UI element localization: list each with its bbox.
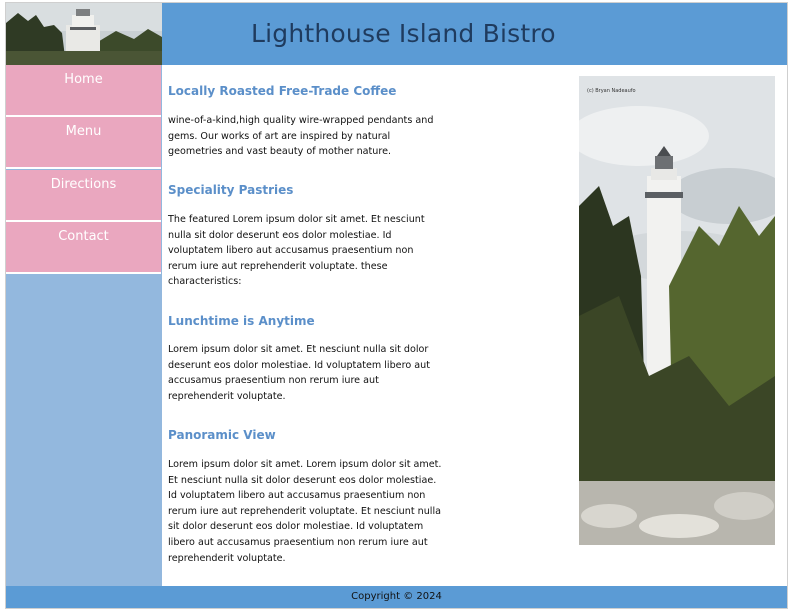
section-title-coffee: Locally Roasted Free-Trade Coffee xyxy=(168,84,397,98)
section-body-lunchtime: Lorem ipsum dolor sit amet. Et nesciunt … xyxy=(168,344,430,402)
page-frame: Lighthouse Island Bistro Home Menu Direc… xyxy=(5,2,788,609)
section-body-coffee: wine-of-a-kind,high quality wire-wrapped… xyxy=(168,115,434,158)
lighthouse-image xyxy=(579,76,775,545)
section-body-pastries: The featured Lorem ipsum dolor sit amet.… xyxy=(168,214,425,288)
header-lighthouse-photo xyxy=(6,3,162,65)
nav-item-contact[interactable]: Contact xyxy=(6,222,161,274)
nav-item-menu[interactable]: Menu xyxy=(6,117,161,169)
section-title-pastries: Speciality Pastries xyxy=(168,183,294,197)
nav-item-home[interactable]: Home xyxy=(6,65,161,117)
lighthouse-photo: (c) Bryan Nadeaufo xyxy=(579,76,775,545)
sidebar: Home Menu Directions Contact xyxy=(6,65,162,586)
site-header: Lighthouse Island Bistro xyxy=(6,3,787,65)
nav-item-label: Directions xyxy=(50,177,117,192)
section-title-lunchtime: Lunchtime is Anytime xyxy=(168,314,315,328)
nav-item-directions[interactable]: Directions xyxy=(6,170,161,222)
nav-item-label: Contact xyxy=(58,229,109,244)
photo-caption: (c) Bryan Nadeaufo xyxy=(587,88,636,94)
copyright-text: Copyright © 2024 xyxy=(351,591,442,602)
site-footer: Copyright © 2024 xyxy=(6,586,787,608)
site-title: Lighthouse Island Bistro xyxy=(251,19,556,48)
header-lighthouse-image xyxy=(6,3,162,65)
section-title-panoramic: Panoramic View xyxy=(168,428,276,442)
nav-item-label: Home xyxy=(64,72,103,87)
section-body-panoramic: Lorem ipsum dolor sit amet. Lorem ipsum … xyxy=(168,459,442,564)
nav-item-label: Menu xyxy=(65,124,102,139)
